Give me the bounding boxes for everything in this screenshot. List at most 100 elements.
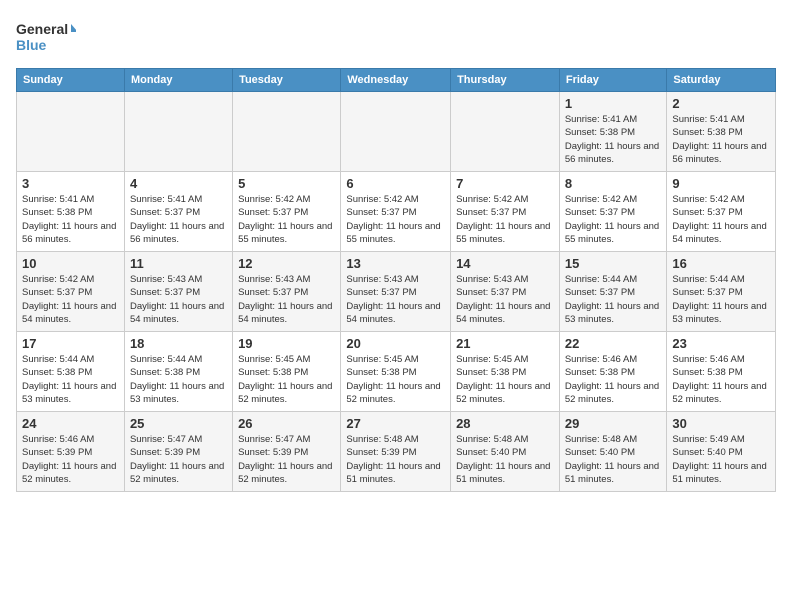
calendar-cell: 14 Sunrise: 5:43 AM Sunset: 5:37 PM Dayli… — [451, 252, 560, 332]
day-header-wednesday: Wednesday — [341, 69, 451, 92]
calendar-cell: 19 Sunrise: 5:45 AM Sunset: 5:38 PM Dayli… — [233, 332, 341, 412]
day-info: Sunrise: 5:44 AM Sunset: 5:38 PM Dayligh… — [22, 353, 119, 406]
day-number: 1 — [565, 96, 662, 111]
day-info: Sunrise: 5:42 AM Sunset: 5:37 PM Dayligh… — [456, 193, 554, 246]
calendar-cell: 4 Sunrise: 5:41 AM Sunset: 5:37 PM Daylig… — [124, 172, 232, 252]
calendar-cell — [451, 92, 560, 172]
day-info: Sunrise: 5:43 AM Sunset: 5:37 PM Dayligh… — [238, 273, 335, 326]
day-number: 28 — [456, 416, 554, 431]
day-info: Sunrise: 5:41 AM Sunset: 5:38 PM Dayligh… — [672, 113, 770, 166]
calendar-cell: 21 Sunrise: 5:45 AM Sunset: 5:38 PM Dayli… — [451, 332, 560, 412]
day-number: 17 — [22, 336, 119, 351]
day-number: 4 — [130, 176, 227, 191]
day-number: 29 — [565, 416, 662, 431]
calendar-cell: 24 Sunrise: 5:46 AM Sunset: 5:39 PM Dayli… — [17, 412, 125, 492]
day-number: 8 — [565, 176, 662, 191]
day-header-monday: Monday — [124, 69, 232, 92]
day-info: Sunrise: 5:47 AM Sunset: 5:39 PM Dayligh… — [130, 433, 227, 486]
day-header-thursday: Thursday — [451, 69, 560, 92]
week-row-5: 24 Sunrise: 5:46 AM Sunset: 5:39 PM Dayli… — [17, 412, 776, 492]
calendar-cell — [341, 92, 451, 172]
calendar-cell — [17, 92, 125, 172]
week-row-2: 3 Sunrise: 5:41 AM Sunset: 5:38 PM Daylig… — [17, 172, 776, 252]
day-number: 19 — [238, 336, 335, 351]
calendar-cell: 13 Sunrise: 5:43 AM Sunset: 5:37 PM Dayli… — [341, 252, 451, 332]
calendar-cell: 7 Sunrise: 5:42 AM Sunset: 5:37 PM Daylig… — [451, 172, 560, 252]
day-info: Sunrise: 5:43 AM Sunset: 5:37 PM Dayligh… — [456, 273, 554, 326]
day-info: Sunrise: 5:45 AM Sunset: 5:38 PM Dayligh… — [346, 353, 445, 406]
day-info: Sunrise: 5:42 AM Sunset: 5:37 PM Dayligh… — [238, 193, 335, 246]
day-number: 27 — [346, 416, 445, 431]
day-info: Sunrise: 5:43 AM Sunset: 5:37 PM Dayligh… — [346, 273, 445, 326]
day-info: Sunrise: 5:45 AM Sunset: 5:38 PM Dayligh… — [456, 353, 554, 406]
page-header: General Blue — [16, 16, 776, 56]
day-info: Sunrise: 5:43 AM Sunset: 5:37 PM Dayligh… — [130, 273, 227, 326]
calendar-cell — [124, 92, 232, 172]
calendar-table: SundayMondayTuesdayWednesdayThursdayFrid… — [16, 68, 776, 492]
calendar-cell: 20Sunrise: 5:45 AM Sunset: 5:38 PM Dayli… — [341, 332, 451, 412]
day-info: Sunrise: 5:41 AM Sunset: 5:38 PM Dayligh… — [22, 193, 119, 246]
calendar-cell: 29 Sunrise: 5:48 AM Sunset: 5:40 PM Dayli… — [559, 412, 667, 492]
calendar-cell: 8 Sunrise: 5:42 AM Sunset: 5:37 PM Daylig… — [559, 172, 667, 252]
day-info: Sunrise: 5:41 AM Sunset: 5:38 PM Dayligh… — [565, 113, 662, 166]
day-number: 18 — [130, 336, 227, 351]
day-info: Sunrise: 5:44 AM Sunset: 5:38 PM Dayligh… — [130, 353, 227, 406]
day-info: Sunrise: 5:48 AM Sunset: 5:40 PM Dayligh… — [456, 433, 554, 486]
day-info: Sunrise: 5:49 AM Sunset: 5:40 PM Dayligh… — [672, 433, 770, 486]
calendar-cell: 9 Sunrise: 5:42 AM Sunset: 5:37 PM Daylig… — [667, 172, 776, 252]
day-header-tuesday: Tuesday — [233, 69, 341, 92]
day-info: Sunrise: 5:48 AM Sunset: 5:40 PM Dayligh… — [565, 433, 662, 486]
day-number: 16 — [672, 256, 770, 271]
day-number: 25 — [130, 416, 227, 431]
day-info: Sunrise: 5:41 AM Sunset: 5:37 PM Dayligh… — [130, 193, 227, 246]
calendar-cell: 10 Sunrise: 5:42 AM Sunset: 5:37 PM Dayli… — [17, 252, 125, 332]
day-info: Sunrise: 5:46 AM Sunset: 5:39 PM Dayligh… — [22, 433, 119, 486]
calendar-cell: 15Sunrise: 5:44 AM Sunset: 5:37 PM Dayli… — [559, 252, 667, 332]
svg-text:General: General — [16, 21, 68, 37]
logo-svg: General Blue — [16, 16, 76, 56]
day-number: 24 — [22, 416, 119, 431]
calendar-cell: 30 Sunrise: 5:49 AM Sunset: 5:40 PM Dayli… — [667, 412, 776, 492]
day-number: 23 — [672, 336, 770, 351]
day-info: Sunrise: 5:45 AM Sunset: 5:38 PM Dayligh… — [238, 353, 335, 406]
day-number: 22 — [565, 336, 662, 351]
day-number: 6 — [346, 176, 445, 191]
day-header-friday: Friday — [559, 69, 667, 92]
calendar-cell: 23 Sunrise: 5:46 AM Sunset: 5:38 PM Dayli… — [667, 332, 776, 412]
calendar-cell: 22 Sunrise: 5:46 AM Sunset: 5:38 PM Dayli… — [559, 332, 667, 412]
calendar-cell: 1 Sunrise: 5:41 AM Sunset: 5:38 PM Daylig… — [559, 92, 667, 172]
svg-text:Blue: Blue — [16, 37, 47, 53]
calendar-cell: 5Sunrise: 5:42 AM Sunset: 5:37 PM Daylig… — [233, 172, 341, 252]
calendar-cell: 28 Sunrise: 5:48 AM Sunset: 5:40 PM Dayli… — [451, 412, 560, 492]
day-info: Sunrise: 5:42 AM Sunset: 5:37 PM Dayligh… — [22, 273, 119, 326]
day-info: Sunrise: 5:47 AM Sunset: 5:39 PM Dayligh… — [238, 433, 335, 486]
day-number: 3 — [22, 176, 119, 191]
calendar-cell: 3 Sunrise: 5:41 AM Sunset: 5:38 PM Daylig… — [17, 172, 125, 252]
calendar-cell: 27 Sunrise: 5:48 AM Sunset: 5:39 PM Dayli… — [341, 412, 451, 492]
day-number: 14 — [456, 256, 554, 271]
day-number: 10 — [22, 256, 119, 271]
day-info: Sunrise: 5:42 AM Sunset: 5:37 PM Dayligh… — [672, 193, 770, 246]
week-row-4: 17 Sunrise: 5:44 AM Sunset: 5:38 PM Dayli… — [17, 332, 776, 412]
calendar-cell: 2Sunrise: 5:41 AM Sunset: 5:38 PM Daylig… — [667, 92, 776, 172]
day-number: 9 — [672, 176, 770, 191]
calendar-cell: 12 Sunrise: 5:43 AM Sunset: 5:37 PM Dayli… — [233, 252, 341, 332]
day-header-sunday: Sunday — [17, 69, 125, 92]
day-info: Sunrise: 5:46 AM Sunset: 5:38 PM Dayligh… — [672, 353, 770, 406]
day-number: 21 — [456, 336, 554, 351]
day-info: Sunrise: 5:44 AM Sunset: 5:37 PM Dayligh… — [672, 273, 770, 326]
header-row: SundayMondayTuesdayWednesdayThursdayFrid… — [17, 69, 776, 92]
calendar-cell — [233, 92, 341, 172]
day-number: 7 — [456, 176, 554, 191]
day-number: 30 — [672, 416, 770, 431]
day-info: Sunrise: 5:42 AM Sunset: 5:37 PM Dayligh… — [565, 193, 662, 246]
day-number: 11 — [130, 256, 227, 271]
day-number: 13 — [346, 256, 445, 271]
day-header-saturday: Saturday — [667, 69, 776, 92]
day-number: 15 — [565, 256, 662, 271]
calendar-cell: 26 Sunrise: 5:47 AM Sunset: 5:39 PM Dayli… — [233, 412, 341, 492]
day-info: Sunrise: 5:46 AM Sunset: 5:38 PM Dayligh… — [565, 353, 662, 406]
day-number: 26 — [238, 416, 335, 431]
day-number: 12 — [238, 256, 335, 271]
day-info: Sunrise: 5:48 AM Sunset: 5:39 PM Dayligh… — [346, 433, 445, 486]
